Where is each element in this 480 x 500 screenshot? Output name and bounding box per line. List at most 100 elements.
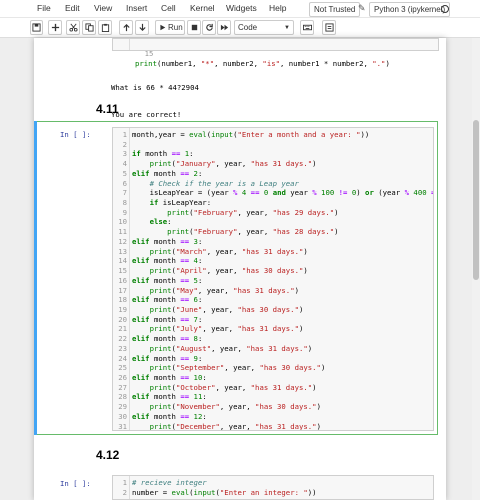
code-text: elif month == 12: xyxy=(132,411,207,421)
line-number: 26 xyxy=(118,373,127,382)
arrow-up-icon xyxy=(122,23,130,32)
code-text: print("November", year, "has 30 days.") xyxy=(149,402,321,412)
kernel-idle-icon xyxy=(441,5,449,13)
copy-icon xyxy=(84,23,94,32)
menu-insert[interactable]: Insert xyxy=(126,3,147,13)
code-text: elif month == 4: xyxy=(132,256,203,266)
line-number: 13 xyxy=(118,246,127,256)
line-number: 30 xyxy=(118,411,127,421)
code-text: elif month == 10: xyxy=(132,373,207,382)
arrow-down-icon xyxy=(138,23,146,32)
section-heading: 4.11 xyxy=(96,102,119,116)
play-icon xyxy=(160,24,166,31)
run-button[interactable]: Run xyxy=(155,20,185,35)
selected-cell-indicator xyxy=(34,121,37,435)
cell-type-select[interactable]: Code ▼ xyxy=(234,20,294,35)
code-editor[interactable]: 1 month,year = eval(input("Enter a month … xyxy=(112,127,434,431)
line-number: 1 xyxy=(122,478,127,487)
code-text: print("March", year, "has 31 days.") xyxy=(149,246,308,256)
menu-help[interactable]: Help xyxy=(269,3,286,13)
code-text: if isLeapYear: xyxy=(149,198,212,208)
line-number: 24 xyxy=(118,353,127,363)
input-prompt: In [ ]: xyxy=(60,130,91,139)
scrollbar-thumb[interactable] xyxy=(473,120,479,280)
copy-button[interactable] xyxy=(82,20,96,35)
move-down-button[interactable] xyxy=(135,20,149,35)
notebook-page: 15 print(number1, "*", number2, "is", nu… xyxy=(34,38,446,500)
code-editor[interactable]: 1 # recieve integer 2 number = eval(input("… xyxy=(112,475,434,500)
line-number: 29 xyxy=(118,402,127,412)
line-number: 15 xyxy=(144,49,154,59)
code-text: elif month == 11: xyxy=(132,392,207,402)
paste-button[interactable] xyxy=(98,20,112,35)
restart-icon xyxy=(205,23,213,31)
run-label: Run xyxy=(168,23,183,32)
menu-widgets[interactable]: Widgets xyxy=(226,3,257,13)
menu-kernel[interactable]: Kernel xyxy=(190,3,215,13)
menu-cell[interactable]: Cell xyxy=(161,3,176,13)
code-text: print("April", year, "has 30 days.") xyxy=(149,266,308,276)
line-number: 15 xyxy=(118,266,127,276)
cut-button[interactable] xyxy=(66,20,80,35)
move-up-button[interactable] xyxy=(119,20,133,35)
menu-file[interactable]: File xyxy=(37,3,51,13)
command-palette-button[interactable] xyxy=(300,20,314,35)
pencil-icon[interactable]: ✎ xyxy=(358,3,366,14)
plus-icon xyxy=(51,23,59,32)
code-text: print("February", year, "has 29 days.") xyxy=(167,207,339,217)
section-heading: 4.12 xyxy=(96,448,120,462)
menu-edit[interactable]: Edit xyxy=(65,3,80,13)
line-number: 9 xyxy=(122,207,127,217)
code-text: # recieve integer xyxy=(132,478,207,487)
code-text: print("August", year, "has 31 days.") xyxy=(149,343,313,353)
line-number: 1 xyxy=(122,130,127,139)
line-number: 7 xyxy=(122,188,127,198)
line-number: 17 xyxy=(118,285,127,295)
code-text: elif month == 2: xyxy=(132,168,203,178)
interrupt-button[interactable] xyxy=(187,20,201,35)
chevron-down-icon: ▼ xyxy=(284,25,290,31)
code-text: print("December", year, "has 31 days.") xyxy=(149,421,321,431)
code-text: print("February", year, "has 28 days.") xyxy=(167,227,339,237)
line-number: 31 xyxy=(118,421,127,431)
restart-button[interactable] xyxy=(202,20,216,35)
code-text: # Check if the year is a Leap year xyxy=(149,178,299,188)
restart-run-all-button[interactable] xyxy=(217,20,231,35)
keyboard-icon xyxy=(302,24,312,31)
output-line: You are correct! xyxy=(111,110,182,120)
line-number: 5 xyxy=(122,168,127,178)
menu-view[interactable]: View xyxy=(94,3,112,13)
line-number: 19 xyxy=(118,304,127,314)
code-line: 15 print(number1, "*", number2, "is", nu… xyxy=(113,40,390,67)
not-trusted-button[interactable]: Not Trusted xyxy=(309,2,361,17)
save-icon xyxy=(32,23,41,32)
nbdiff-button[interactable] xyxy=(322,20,336,35)
code-text: print("October", year, "has 31 days.") xyxy=(149,382,317,392)
line-number: 28 xyxy=(118,392,127,402)
code-text: month,year = eval(input("Enter a month a… xyxy=(132,130,370,139)
line-number: 8 xyxy=(122,198,127,208)
diff-icon xyxy=(324,23,334,32)
line-number: 12 xyxy=(118,236,127,246)
code-text: elif month == 8: xyxy=(132,334,203,344)
code-text: elif month == 6: xyxy=(132,295,203,305)
code-text: print("January", year, "has 31 days.") xyxy=(149,159,317,169)
line-number: 25 xyxy=(118,363,127,373)
code-editor-prev[interactable]: 15 print(number1, "*", number2, "is", nu… xyxy=(112,38,439,68)
code-text: number = eval(input("Enter an integer: "… xyxy=(132,487,317,497)
line-number: 4 xyxy=(122,159,127,169)
stop-icon xyxy=(191,24,197,31)
line-number: 20 xyxy=(118,314,127,324)
code-text: elif month == 7: xyxy=(132,314,203,324)
line-number: 21 xyxy=(118,324,127,334)
code-text: print("July", year, "has 31 days.") xyxy=(149,324,304,334)
code-text: print("June", year, "has 30 days.") xyxy=(149,304,304,314)
insert-cell-button[interactable] xyxy=(48,20,62,35)
line-number: 16 xyxy=(118,275,127,285)
scissors-icon xyxy=(68,23,78,32)
line-number: 23 xyxy=(118,343,127,353)
line-number: 2 xyxy=(122,139,127,149)
kernel-indicator[interactable]: Python 3 (ipykernel) xyxy=(369,2,451,17)
code-text: isLeapYear = (year % 4 == 0 and year % 1… xyxy=(132,188,433,198)
save-button[interactable] xyxy=(30,20,43,35)
